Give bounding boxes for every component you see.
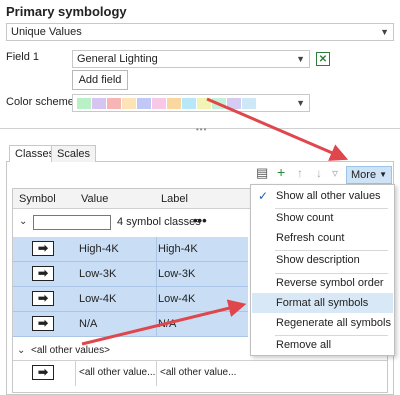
annotation-arrow-to-format [81,299,247,346]
annotation-arrow-to-more [206,97,349,161]
annotation-arrows [81,97,349,346]
